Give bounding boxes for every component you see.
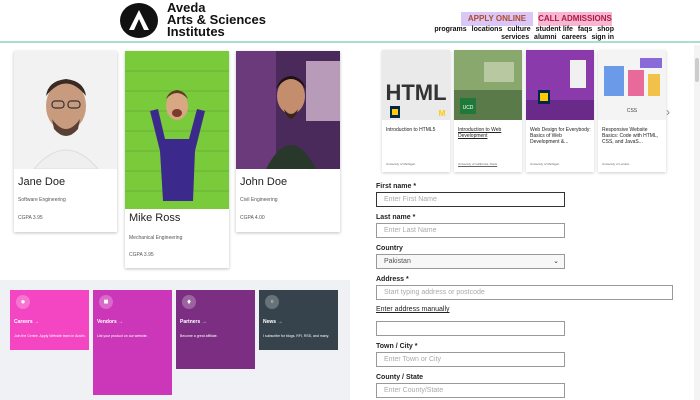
partners-tile[interactable]: ♦ Partners → Become a great affiliate. [176, 290, 255, 369]
course-title[interactable]: Introduction to Web Development [458, 127, 520, 139]
nav-careers[interactable]: careers [562, 34, 587, 41]
first-name-field[interactable]: Enter First Name [376, 192, 565, 207]
course-university: University of Michigan [530, 162, 560, 166]
profile-name: Jane Doe [18, 176, 66, 188]
nav-sign-in[interactable]: sign in [591, 34, 614, 41]
course-card[interactable]: HTML M Introduction to HTML5 University … [382, 50, 450, 172]
last-name-label: Last name * [376, 214, 416, 221]
town-field[interactable]: Enter Town or City [376, 352, 565, 367]
course-card[interactable]: CSS Responsive Website Basics: Code with… [598, 50, 666, 172]
nav-alumni[interactable]: alumni [534, 34, 557, 41]
profile-card[interactable]: Jane Doe Software Engineering CGPA 3.95 [14, 51, 117, 232]
profile-photo [14, 51, 117, 169]
profile-photo [125, 51, 229, 209]
page: Aveda Arts & Sciences Institutes APPLY O… [0, 0, 700, 400]
profile-department: Civil Engineering [240, 197, 278, 203]
profile-name: John Doe [240, 176, 288, 188]
course-thumbnail: HTML M [382, 50, 450, 120]
nav-student-life[interactable]: student life [536, 26, 573, 33]
nav-shop[interactable]: shop [597, 26, 614, 33]
tile-description: List your product on our website. [97, 334, 148, 338]
county-label: County / State [376, 374, 424, 381]
brand-name[interactable]: Aveda Arts & Sciences Institutes [167, 1, 266, 39]
course-title: Introduction to HTML5 [386, 127, 436, 133]
profile-gpa: CGPA 4.00 [240, 215, 265, 221]
country-select[interactable]: Pakistan ⌄ [376, 254, 565, 269]
address-field[interactable]: Start typing address or postcode [376, 285, 673, 300]
careers-tile[interactable]: ● Careers → Join the Centre. Apply Websi… [10, 290, 89, 350]
svg-text:CSS: CSS [627, 108, 638, 114]
course-university: University of Michigan [386, 162, 416, 166]
nav-programs[interactable]: programs [434, 26, 466, 33]
nav-faqs[interactable]: faqs [578, 26, 592, 33]
county-field[interactable]: Enter County/State [376, 383, 565, 398]
call-admissions-button[interactable]: CALL ADMISSIONS [538, 12, 612, 26]
handshake-icon: ♦ [182, 295, 196, 309]
course-card[interactable]: UCD Introduction to Web Development Univ… [454, 50, 522, 172]
brand-line-3: Institutes [167, 24, 225, 39]
tile-description: Join the Centre. Apply Website team in A… [14, 334, 86, 338]
enter-address-manually-link[interactable]: Enter address manually [376, 306, 450, 313]
apply-online-button[interactable]: APPLY ONLINE [461, 12, 533, 26]
svg-text:M: M [439, 109, 446, 118]
chevron-right-icon[interactable]: › [666, 105, 670, 119]
chevron-down-icon: ⌄ [553, 258, 559, 265]
profile-photo [236, 51, 340, 169]
course-card[interactable]: Web Design for Everybody: Basics of Web … [526, 50, 594, 172]
profile-gpa: CGPA 3.95 [129, 252, 154, 258]
course-title: Responsive Website Basics: Code with HTM… [602, 127, 659, 145]
manual-address-field[interactable] [376, 321, 565, 336]
last-name-field[interactable]: Enter Last Name [376, 223, 565, 238]
profile-name: Mike Ross [129, 212, 181, 224]
nav-locations[interactable]: locations [472, 26, 503, 33]
address-label: Address * [376, 276, 409, 283]
shop-icon: ■ [99, 295, 113, 309]
tile-title: Vendors → [97, 319, 124, 325]
nav-culture[interactable]: culture [507, 26, 530, 33]
profile-department: Mechanical Engineering [129, 235, 183, 241]
scrollbar-track[interactable] [694, 45, 700, 400]
logo-icon[interactable] [120, 3, 158, 38]
first-name-label: First name * [376, 183, 417, 190]
course-thumbnail [526, 50, 594, 120]
course-university: University of California, Davis [458, 162, 498, 166]
main-nav: programs locations culture student life … [424, 26, 614, 41]
town-label: Town / City * [376, 343, 418, 350]
profile-card[interactable]: John Doe Civil Engineering CGPA 4.00 [236, 51, 340, 232]
news-icon: ▫ [265, 295, 279, 309]
news-tile[interactable]: ▫ News → I subscribe for blogs, RFI, RSS… [259, 290, 338, 350]
country-value: Pakistan [384, 258, 411, 265]
tile-description: I subscribe for blogs, RFI, RSS, and man… [263, 334, 330, 338]
country-label: Country [376, 245, 403, 252]
course-university: University of London [602, 162, 630, 166]
profile-gpa: CGPA 3.95 [18, 215, 43, 221]
site-header: Aveda Arts & Sciences Institutes APPLY O… [0, 0, 700, 43]
svg-text:HTML: HTML [385, 80, 446, 105]
scrollbar-thumb[interactable] [695, 58, 699, 82]
profile-card[interactable]: Mike Ross Mechanical Engineering CGPA 3.… [125, 51, 229, 268]
course-title: Web Design for Everybody: Basics of Web … [530, 127, 591, 145]
people-icon: ● [16, 295, 30, 309]
svg-text:UCD: UCD [463, 105, 474, 111]
course-thumbnail: UCD [454, 50, 522, 120]
course-thumbnail: CSS [598, 50, 666, 120]
tile-title: News → [263, 319, 283, 325]
nav-services[interactable]: services [501, 34, 529, 41]
vendors-tile[interactable]: ■ Vendors → List your product on our web… [93, 290, 172, 395]
tile-title: Careers → [14, 319, 40, 325]
profile-department: Software Engineering [18, 197, 66, 203]
tile-title: Partners → [180, 319, 207, 325]
tile-description: Become a great affiliate. [180, 334, 218, 338]
